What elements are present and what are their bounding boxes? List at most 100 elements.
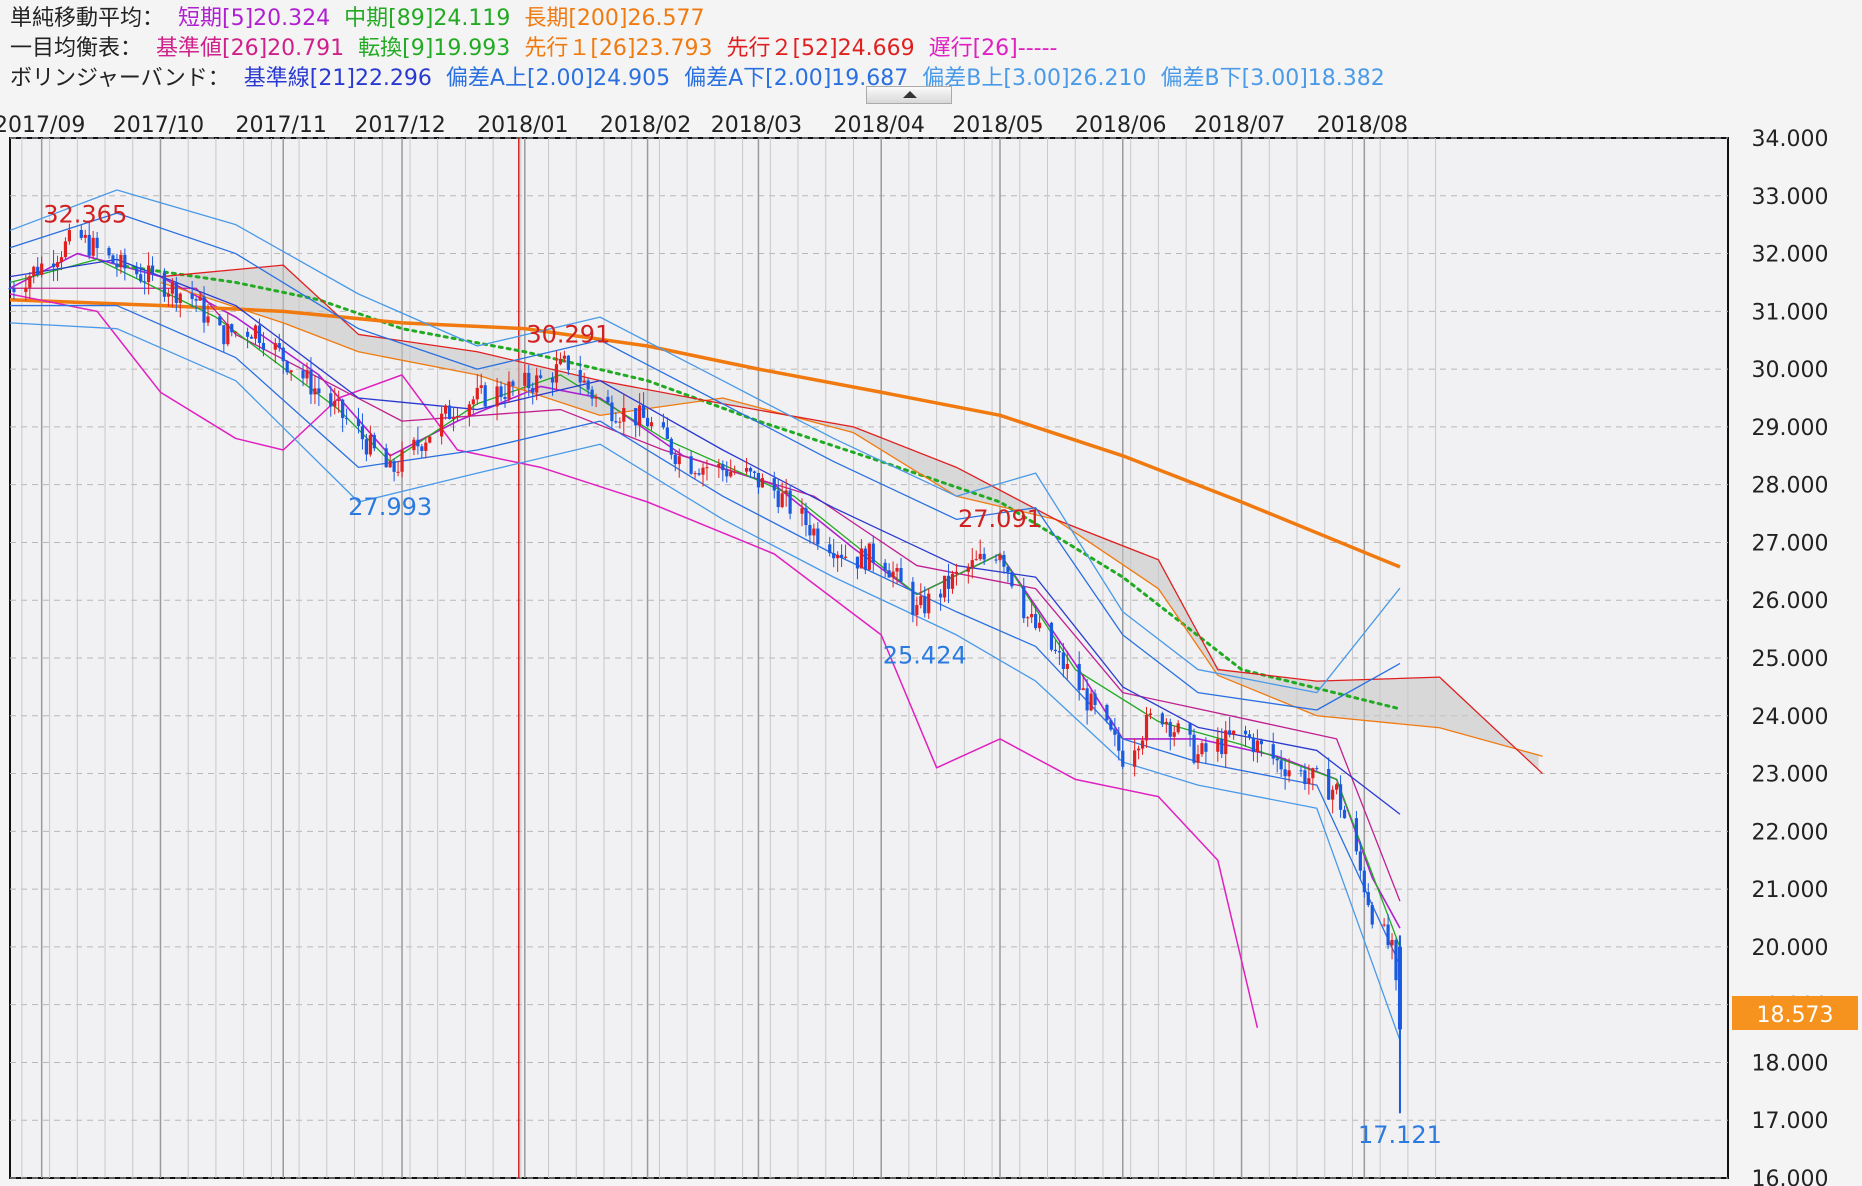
candle-body: [150, 265, 155, 273]
candle-body: [428, 436, 432, 443]
candle-body: [923, 596, 927, 614]
candle-body: [206, 316, 210, 323]
candle-body: [843, 556, 848, 558]
candle-body: [218, 316, 222, 326]
candle-body: [618, 421, 622, 423]
candle-body: [32, 266, 36, 277]
candle-body: [871, 543, 875, 563]
candle-body: [689, 456, 693, 474]
candle-body: [372, 435, 376, 449]
candle-body: [226, 324, 230, 345]
candle-body: [816, 528, 820, 545]
candle-body: [1299, 770, 1303, 772]
candle-body: [1370, 905, 1374, 925]
y-tick-label: 27.000: [1752, 531, 1829, 556]
y-tick-label: 20.000: [1752, 936, 1829, 961]
candle-body: [1137, 748, 1141, 751]
annotation-low: 25.424: [883, 642, 967, 670]
candle-body: [1121, 750, 1125, 767]
candle-body: [246, 331, 250, 337]
candle-body: [1168, 721, 1172, 737]
candle-body: [234, 331, 238, 333]
candle-body: [895, 567, 899, 572]
candle-body: [966, 567, 970, 572]
y-tick-label: 16.000: [1752, 1167, 1829, 1186]
candle-body: [249, 336, 254, 339]
month-label: 2018/06: [1075, 113, 1166, 138]
candle-body: [1311, 768, 1315, 779]
candle-body: [863, 548, 867, 570]
candle-body: [1216, 738, 1220, 752]
candle-body: [725, 470, 729, 477]
candle-body: [610, 402, 614, 422]
candle-body: [412, 439, 416, 451]
candle-body: [899, 567, 903, 582]
candle-body: [83, 234, 87, 238]
candle-body: [1390, 939, 1394, 946]
candle-body: [566, 355, 570, 370]
candle-body: [139, 274, 143, 282]
candle-body: [1362, 870, 1366, 893]
candle-body: [1010, 572, 1014, 587]
candle-body: [1224, 730, 1228, 755]
y-tick-label: 28.000: [1752, 474, 1829, 499]
candle-body: [277, 343, 281, 348]
candle-body: [539, 375, 543, 378]
candle-body: [1259, 740, 1263, 745]
y-tick-label: 29.000: [1752, 416, 1829, 441]
candle-body: [507, 381, 511, 399]
candle-body: [257, 325, 262, 343]
candle-body: [693, 473, 697, 475]
candle-body: [1148, 713, 1153, 715]
candle-body: [1109, 720, 1113, 730]
candle-body: [55, 262, 60, 268]
candle-body: [614, 421, 618, 423]
candle-body: [364, 439, 368, 455]
candle-body: [998, 554, 1002, 560]
candle-body: [535, 375, 539, 393]
y-tick-label: 25.000: [1752, 647, 1829, 672]
candle-body: [812, 528, 816, 536]
candle-body: [483, 385, 487, 407]
candle-body: [1275, 758, 1279, 761]
candle-body: [974, 559, 978, 561]
candle-body: [970, 560, 974, 568]
candle-body: [772, 478, 776, 491]
candle-body: [1053, 649, 1058, 652]
candle-body: [523, 372, 527, 386]
candle-body: [416, 439, 420, 447]
candle-body: [638, 405, 642, 426]
candle-body: [1386, 924, 1390, 946]
candle-body: [36, 266, 40, 275]
candle-body: [1133, 750, 1137, 767]
price-chart[interactable]: 2017/09 2017/10 2017/11 2017/12 2018/01 2018/…: [0, 0, 1862, 1186]
candle-body: [289, 370, 293, 373]
candle-body: [582, 380, 586, 383]
candle-body: [1220, 738, 1224, 755]
candle-body: [946, 575, 951, 589]
candle-body: [840, 554, 844, 558]
candle-body: [669, 438, 673, 455]
candle-body: [915, 605, 919, 615]
candle-body: [281, 347, 285, 362]
candle-body: [63, 241, 68, 258]
candle-body: [939, 593, 943, 598]
candle-body: [919, 596, 923, 606]
candle-body: [178, 293, 182, 303]
candle-body: [1164, 721, 1168, 725]
candle-body: [1085, 688, 1089, 711]
month-label: 2018/08: [1317, 113, 1408, 138]
y-tick-label: 34.000: [1752, 127, 1829, 152]
candle-body: [1303, 770, 1307, 785]
current-price-value: 18.573: [1757, 1003, 1834, 1028]
candle-body: [804, 508, 808, 526]
candle-body: [420, 446, 424, 451]
candle-body: [1049, 622, 1054, 650]
candle-body: [1382, 924, 1386, 926]
candle-body: [1192, 734, 1196, 763]
candle-body: [1247, 734, 1252, 738]
candle-body: [1081, 688, 1085, 691]
candle-body: [1200, 743, 1204, 755]
candle-body: [147, 265, 151, 283]
month-label: 2017/10: [113, 113, 204, 138]
